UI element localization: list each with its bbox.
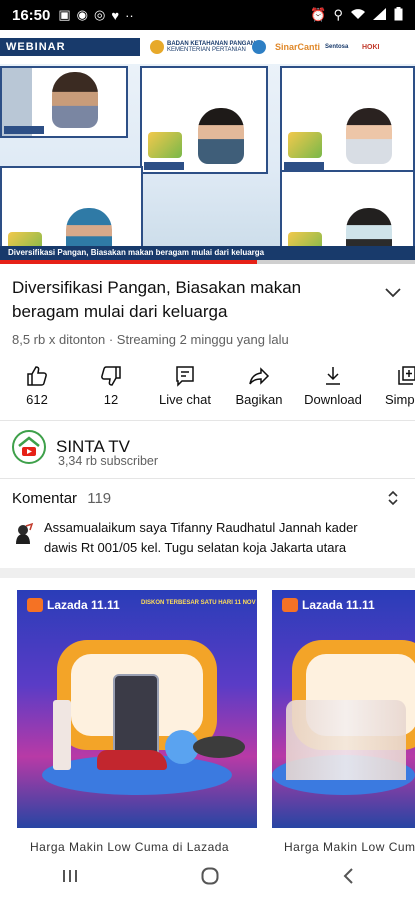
heart-icon: ♥: [111, 7, 120, 23]
expand-comments-icon[interactable]: [387, 490, 399, 511]
video-progress-bar[interactable]: [0, 260, 415, 264]
participant-tile: [280, 66, 415, 174]
ad-brand: Lazada 11.11: [27, 598, 120, 612]
live-chat-button[interactable]: Live chat: [148, 360, 222, 418]
participant-tile: [140, 66, 268, 174]
ad-promo-text: DISKON TERBESAR SATU HARI 11 NOV: [141, 600, 256, 606]
signal-icon: [373, 7, 387, 23]
more-notifications-icon: ··: [125, 7, 134, 23]
lazada-heart-icon: [282, 598, 298, 612]
webinar-tag: WEBINAR: [0, 38, 140, 56]
gallery-icon: ▣: [58, 7, 71, 22]
video-meta: 8,5 rb x ditonton · Streaming 2 minggu y…: [12, 332, 289, 347]
share-icon: [249, 367, 270, 385]
sponsor-logo-4: HOKI: [362, 43, 380, 51]
recent-apps-button[interactable]: [61, 868, 79, 889]
recent-apps-icon: [62, 869, 77, 882]
dislike-count: 12: [103, 392, 119, 407]
download-label: Download: [304, 392, 362, 407]
ad-product-pan: [193, 736, 245, 758]
lazada-heart-icon: [27, 598, 43, 612]
video-lower-third: Diversifikasi Pangan, Biasakan makan ber…: [0, 246, 415, 260]
comment-text: Assamualaikum saya Tifanny Raudhatul Jan…: [44, 520, 358, 555]
ad-product-phone: [113, 674, 159, 758]
ad-product-bottle: [53, 700, 71, 770]
home-button[interactable]: [200, 866, 220, 891]
video-title[interactable]: Diversifikasi Pangan, Biasakan makan ber…: [12, 276, 372, 324]
messenger-icon: ◉: [76, 7, 89, 22]
ad-brand: Lazada 11.11: [282, 598, 375, 612]
home-icon: [201, 867, 219, 884]
channel-row[interactable]: SINTA TV 3,34 rb subscriber: [12, 430, 158, 468]
ad-card-2[interactable]: Lazada 11.11: [272, 590, 415, 828]
save-icon: [398, 366, 415, 385]
divider: [0, 420, 415, 421]
ad-group-photo: [286, 700, 406, 780]
top-comment[interactable]: Assamualaikum saya Tifanny Raudhatul Jan…: [12, 518, 407, 558]
battery-icon: [394, 6, 403, 24]
chevron-down-icon[interactable]: [385, 282, 401, 303]
live-chat-label: Live chat: [158, 392, 212, 407]
share-label: Bagikan: [235, 392, 283, 407]
back-button[interactable]: [342, 867, 354, 890]
like-icon: [27, 366, 47, 386]
comments-label: Komentar: [12, 490, 78, 507]
status-time: 16:50: [12, 6, 51, 24]
system-icons: ⏰ ⚲: [310, 6, 403, 24]
video-progress-fill: [0, 260, 258, 264]
live-chat-icon: [176, 366, 194, 387]
location-icon: ⚲: [333, 7, 343, 22]
like-button[interactable]: 612: [0, 360, 74, 418]
sponsor-logo-3: Sentosa: [325, 44, 349, 50]
dislike-icon: [101, 366, 121, 386]
participant-tile: [0, 66, 128, 138]
ad-caption-2[interactable]: Harga Makin Low Cuma di Lazada: [284, 840, 415, 854]
whatsapp-icon: ◎: [94, 7, 106, 22]
like-count: 612: [26, 392, 48, 407]
channel-avatar[interactable]: [12, 430, 46, 464]
commenter-avatar: [12, 522, 34, 546]
download-icon: [326, 367, 340, 385]
channel-logo-icon: [18, 436, 40, 456]
ad-product-shoe: [97, 750, 167, 770]
share-button[interactable]: Bagikan: [222, 360, 296, 418]
sponsor-emblem-icon: [150, 40, 164, 54]
ring-emblem-icon: [252, 40, 266, 54]
sponsor-logo-2: SinarCanti: [275, 42, 321, 52]
sponsor-logo-1: BADAN KETAHANAN PANGAN KEMENTERIAN PERTA…: [150, 38, 255, 56]
sponsor-logo-ring: [252, 38, 266, 56]
wifi-icon: [350, 8, 366, 23]
ad-card-1[interactable]: Lazada 11.11 DISKON TERBESAR SATU HARI 1…: [17, 590, 257, 828]
back-icon: [343, 867, 353, 884]
download-button[interactable]: Download: [296, 360, 370, 418]
status-bar: 16:50 ▣ ◉ ◎ ♥ ·· ⏰ ⚲: [0, 0, 415, 30]
video-title-row[interactable]: Diversifikasi Pangan, Biasakan makan ber…: [12, 276, 407, 324]
dislike-button[interactable]: 12: [74, 360, 148, 418]
section-separator: [0, 568, 415, 578]
divider: [0, 478, 415, 479]
action-bar: 612 12 Live chat Bagikan Download Simpan: [0, 360, 415, 418]
subscriber-count: 3,34 rb subscriber: [58, 454, 159, 468]
alarm-icon: ⏰: [310, 7, 327, 22]
comments-header[interactable]: Komentar 119: [12, 490, 111, 507]
notification-icons: ▣ ◉ ◎ ♥ ··: [58, 7, 133, 23]
system-nav-bar: [0, 856, 415, 900]
save-button[interactable]: Simpan: [370, 360, 415, 418]
ad-caption-1[interactable]: Harga Makin Low Cuma di Lazada: [30, 840, 270, 854]
comments-count: 119: [87, 490, 112, 507]
save-label: Simpan: [384, 392, 415, 407]
video-player[interactable]: WEBINAR BADAN KETAHANAN PANGAN KEMENTERI…: [0, 30, 415, 264]
